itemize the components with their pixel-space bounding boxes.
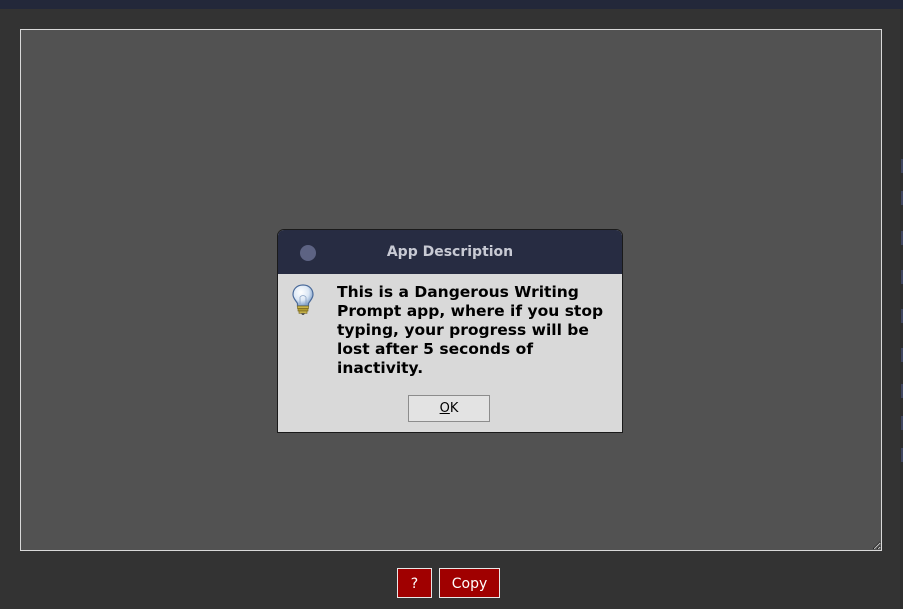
help-button[interactable]: ? [397, 568, 432, 598]
ok-button[interactable]: OK [408, 395, 490, 422]
dialog-title: App Description [386, 244, 514, 260]
window-top-bar [0, 0, 903, 9]
dialog-titlebar[interactable]: App Description [278, 230, 622, 274]
copy-button[interactable]: Copy [439, 568, 500, 598]
ok-label-rest: K [449, 401, 459, 416]
dialog-message: This is a Dangerous Writing Prompt app, … [337, 283, 604, 377]
app-description-dialog: App Description This is a Dangerous Writ… [277, 229, 623, 433]
ok-mnemonic: O [439, 401, 450, 416]
lightbulb-icon [292, 284, 314, 315]
